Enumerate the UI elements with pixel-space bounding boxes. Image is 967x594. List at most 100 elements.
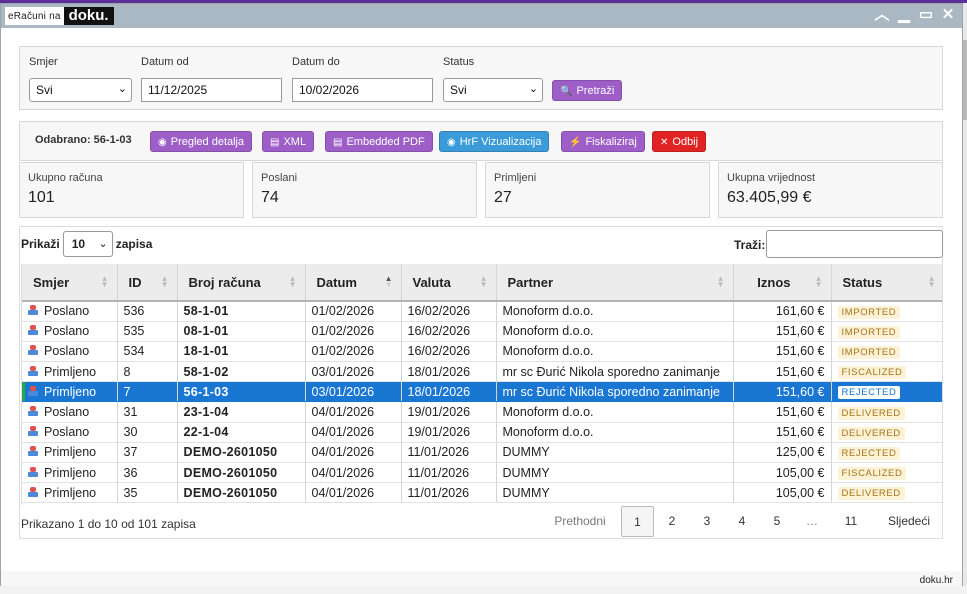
table-row[interactable]: Poslano 31 23-1-04 04/01/2026 19/01/2026 Mono… [22, 401, 942, 423]
column-header-label: ID [128, 274, 142, 290]
xml-button[interactable]: ▤ XML [262, 131, 315, 152]
date-from-label: Datum od [141, 56, 189, 68]
cell-date: 04/01/2026 [305, 462, 402, 484]
direction-icon [28, 486, 38, 498]
pagination-page[interactable]: 2 [656, 506, 688, 537]
table-row[interactable]: Poslano 30 22-1-04 04/01/2026 19/01/2026 Mono… [22, 422, 942, 443]
cell-date-text: 03/01/2026 [311, 384, 375, 399]
cell-due-date: 18/01/2026 [401, 381, 497, 403]
pagination-page[interactable]: 5 [761, 506, 793, 537]
invoice-table-container[interactable]: Smjer ▲ ▼ ID ▲ ▼ Broj računa ▲ ▼ Datum ▲ ▼ Valut… [21, 264, 943, 505]
title-bar[interactable]: eRačuni na doku. ︿ ▁ ▭ ✕ [1, 4, 962, 28]
sort-icon: ▲ ▼ [160, 274, 169, 289]
stat-received: Primljeni 27 [485, 162, 710, 218]
stat-label: Poslani [261, 172, 298, 184]
date-from-input[interactable]: 11/12/2025 [141, 78, 282, 102]
eye-icon: ◉ [158, 137, 167, 148]
cell-direction-text: Primljeno [44, 364, 97, 379]
cell-status: IMPORTED [831, 301, 942, 322]
cell-direction-text: Poslano [44, 425, 90, 440]
pagination-page[interactable]: 11 [835, 506, 867, 537]
cell-partner: DUMMY [496, 442, 734, 464]
page-length-control: Prikaži 10 ⌄ zapisa [21, 231, 152, 257]
stat-value: 74 [261, 189, 279, 206]
stat-value: 101 [28, 189, 55, 206]
cell-invoice-number-text: 58-1-01 [183, 304, 229, 319]
table-row[interactable]: Poslano 535 08-1-01 01/02/2026 16/02/2026 Mon… [22, 321, 942, 342]
page-length-select[interactable]: 10 ⌄ [62, 231, 113, 257]
cell-direction: Poslano [22, 301, 118, 322]
column-header-id[interactable]: ID ▲ ▼ [117, 264, 178, 302]
maximize-icon[interactable]: ▭ [918, 6, 934, 24]
cell-partner-text: DUMMY [502, 445, 550, 460]
column-header-date[interactable]: Datum ▲ ▼ [305, 264, 402, 302]
table-row[interactable]: Poslano 534 18-1-01 01/02/2026 16/02/2026 Mon… [22, 341, 942, 363]
table-row[interactable]: Primljeno 8 58-1-02 03/01/2026 18/01/2026 mr … [22, 361, 942, 383]
pagination-page[interactable]: 3 [691, 506, 723, 537]
pagination-page[interactable]: 4 [726, 506, 758, 537]
column-header-status[interactable]: Status ▲ ▼ [831, 264, 942, 302]
search-button[interactable]: 🔍 Pretraži [552, 80, 623, 101]
cell-date: 01/02/2026 [305, 321, 402, 342]
sort-icon: ▲ ▼ [288, 274, 297, 289]
pagination-previous[interactable]: Prethodni [541, 506, 619, 537]
column-header-due-date[interactable]: Valuta ▲ ▼ [401, 264, 497, 302]
cell-partner-text: DUMMY [502, 485, 550, 500]
cell-partner-text: DUMMY [502, 465, 550, 480]
hrf-visualization-button[interactable]: ◉ HrF Vizualizacija [439, 131, 550, 152]
column-header-amount[interactable]: Iznos ▲ ▼ [733, 264, 832, 302]
cell-due-date: 16/02/2026 [401, 321, 497, 342]
table-row[interactable]: Primljeno 7 56-1-03 03/01/2026 18/01/2026 mr … [22, 381, 942, 403]
direction-icon [28, 305, 38, 316]
close-icon[interactable]: ✕ [940, 6, 956, 24]
pagination-ellipsis: … [806, 514, 818, 528]
column-header-partner[interactable]: Partner ▲ ▼ [496, 264, 734, 302]
cell-invoice-number: DEMO-2601050 [177, 442, 306, 464]
cell-id-text: 536 [123, 304, 145, 319]
table-row[interactable]: Primljeno 35 DEMO-2601050 04/01/2026 11/01/2… [22, 482, 942, 504]
column-header-label: Broj računa [188, 274, 261, 290]
fiscalize-button-label: Fiskaliziraj [585, 136, 637, 148]
logo-prefix: eRačuni na [8, 10, 61, 22]
table-search-input[interactable] [766, 230, 943, 258]
status-select[interactable]: Svi ⌄ [443, 78, 543, 102]
cell-direction-text: Primljeno [44, 485, 97, 500]
table-row[interactable]: Primljeno 36 DEMO-2601050 04/01/2026 11/01/2… [22, 462, 942, 484]
background-window-edge-bottom [0, 586, 967, 594]
status-badge: FISCALIZED [837, 467, 907, 481]
cell-date-text: 04/01/2026 [311, 425, 375, 440]
cell-due-date: 11/01/2026 [401, 462, 497, 484]
cell-due-date-text: 19/01/2026 [407, 425, 471, 440]
hrf-visualization-button-label: HrF Vizualizacija [459, 136, 542, 148]
cell-partner-text: Monoform d.o.o. [502, 405, 594, 420]
cell-due-date-text: 11/01/2026 [407, 445, 470, 460]
cell-invoice-number-text: 22-1-04 [183, 425, 229, 440]
cell-due-date-text: 16/02/2026 [407, 344, 471, 359]
column-header-label: Valuta [412, 274, 451, 290]
date-to-input[interactable]: 10/02/2026 [292, 78, 433, 102]
stat-label: Ukupna vrijednost [727, 172, 816, 184]
direction-icon [28, 325, 38, 336]
cell-status: FISCALIZED [831, 361, 942, 383]
embedded-pdf-button[interactable]: ▤ Embedded PDF [325, 131, 433, 152]
direction-select[interactable]: Svi ⌄ [29, 78, 132, 102]
cell-due-date-text: 18/01/2026 [407, 364, 471, 379]
column-header-direction[interactable]: Smjer ▲ ▼ [22, 264, 118, 302]
date-to-label: Datum do [292, 56, 340, 68]
cell-amount-text: 161,60 € [775, 304, 825, 319]
fiscalize-button[interactable]: ⚡ Fiskaliziraj [561, 131, 645, 152]
details-button[interactable]: ◉ Pregled detalja [150, 131, 253, 152]
table-row[interactable]: Primljeno 37 DEMO-2601050 04/01/2026 11/01/2… [22, 442, 942, 464]
pagination-page[interactable]: 1 [621, 506, 654, 537]
column-header-invoice-number[interactable]: Broj računa ▲ ▼ [177, 264, 306, 302]
cell-invoice-number: 58-1-01 [177, 301, 306, 322]
reject-button[interactable]: ✕ Odbij [652, 131, 707, 152]
collapse-icon[interactable]: ︿ [874, 6, 890, 24]
column-header-label: Iznos [757, 274, 791, 290]
pagination-next[interactable]: Sljedeći [877, 506, 941, 537]
cell-date-text: 04/01/2026 [311, 485, 375, 500]
table-row[interactable]: Poslano 536 58-1-01 01/02/2026 16/02/2026 Mon… [22, 301, 942, 322]
minimize-icon[interactable]: ▁ [896, 6, 912, 24]
cell-amount: 151,60 € [733, 361, 832, 383]
stat-label: Ukupno računa [28, 172, 103, 184]
